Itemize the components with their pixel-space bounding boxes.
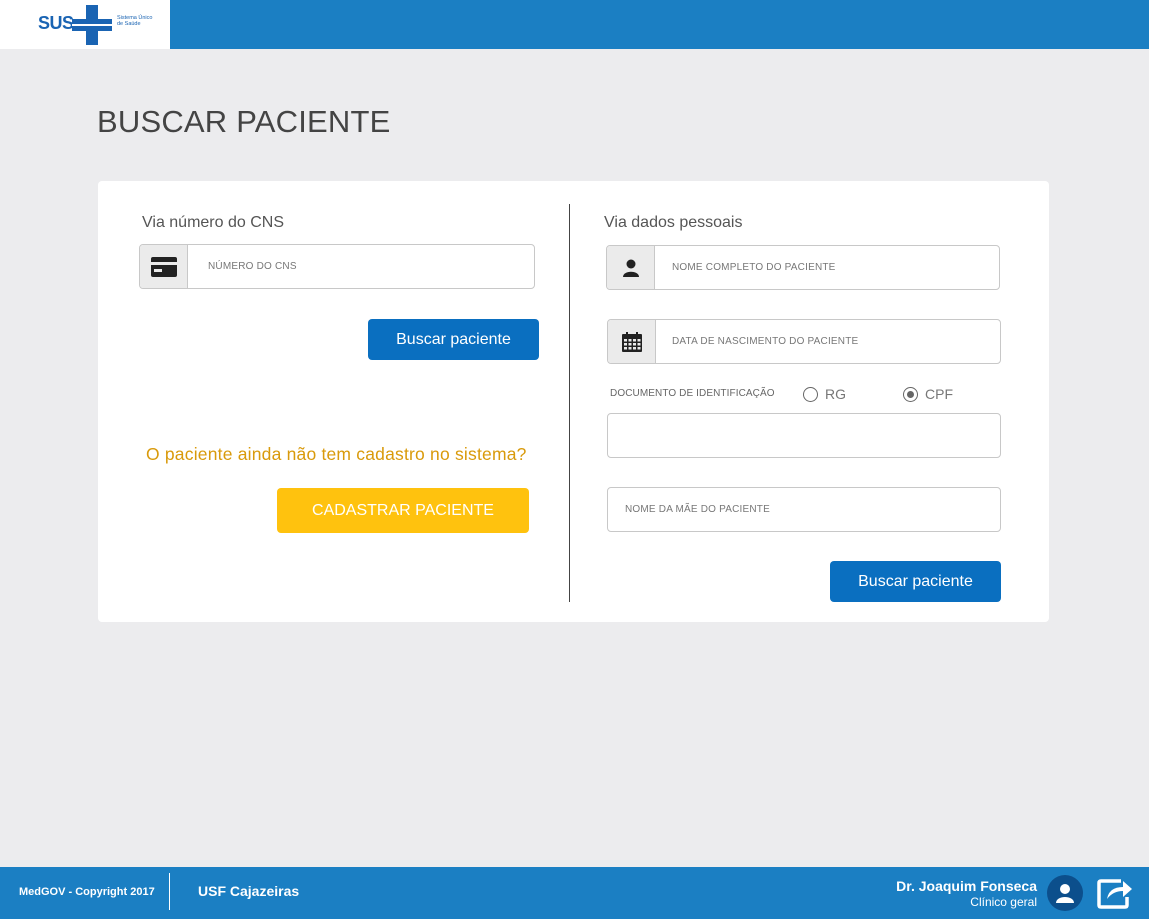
personal-section-label: Via dados pessoais	[604, 214, 743, 231]
user-avatar-icon[interactable]	[1047, 875, 1083, 911]
credit-card-icon	[140, 245, 188, 288]
patient-name-placeholder: NOME COMPLETO DO PACIENTE	[672, 262, 836, 273]
document-type-label: DOCUMENTO DE IDENTIFICAÇÃO	[610, 388, 775, 399]
cns-section-label: Via número do CNS	[142, 214, 284, 231]
mother-name-placeholder: NOME DA MÃE DO PACIENTE	[625, 504, 770, 515]
birthdate-input[interactable]: DATA DE NASCIMENTO DO PACIENTE	[607, 319, 1001, 364]
patient-name-input[interactable]: NOME COMPLETO DO PACIENTE	[606, 245, 1000, 290]
logout-share-icon[interactable]	[1097, 875, 1133, 909]
personal-search-button[interactable]: Buscar paciente	[830, 561, 1001, 602]
user-icon	[607, 246, 655, 289]
cns-input-placeholder: NÚMERO DO CNS	[208, 261, 297, 272]
copyright-text: MedGOV - Copyright 2017	[19, 886, 155, 898]
cns-search-button[interactable]: Buscar paciente	[368, 319, 539, 360]
radio-rg-label[interactable]: RG	[825, 386, 846, 402]
mother-name-input[interactable]: NOME DA MÃE DO PACIENTE	[607, 487, 1001, 532]
footer-divider	[169, 873, 170, 910]
page-title: BUSCAR PACIENTE	[97, 104, 391, 139]
document-number-input[interactable]	[607, 413, 1001, 458]
user-name: Dr. Joaquim Fonseca	[896, 878, 1037, 894]
footer: MedGOV - Copyright 2017 USF Cajazeiras D…	[0, 867, 1149, 919]
cross-logo-icon	[72, 5, 112, 45]
logo-sus-text: SUS	[38, 13, 74, 33]
top-header: SUS Sistema Único de Saúde	[0, 0, 1149, 49]
radio-cpf-label[interactable]: CPF	[925, 386, 953, 402]
user-role: Clínico geral	[970, 895, 1037, 909]
health-unit-name: USF Cajazeiras	[198, 883, 300, 899]
logo-subtitle: Sistema Único de Saúde	[117, 15, 153, 27]
sus-logo[interactable]: SUS Sistema Único de Saúde	[0, 0, 170, 49]
register-patient-button[interactable]: CADASTRAR PACIENTE	[277, 488, 529, 533]
radio-cpf[interactable]	[903, 387, 918, 402]
calendar-icon	[608, 320, 656, 363]
cns-input[interactable]: NÚMERO DO CNS	[139, 244, 535, 289]
birthdate-placeholder: DATA DE NASCIMENTO DO PACIENTE	[672, 336, 859, 347]
section-divider	[569, 204, 570, 602]
no-record-question: O paciente ainda não tem cadastro no sis…	[146, 444, 527, 464]
radio-rg[interactable]	[803, 387, 818, 402]
